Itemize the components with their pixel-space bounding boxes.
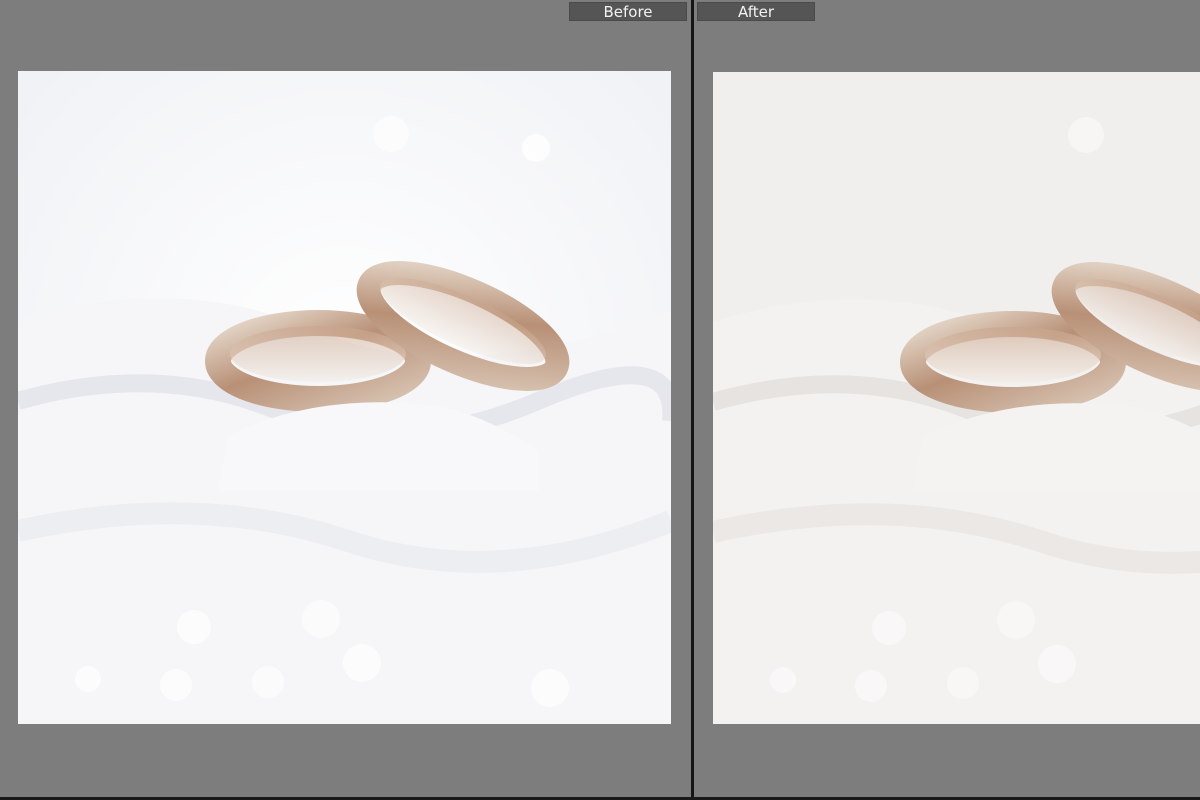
before-photo — [18, 71, 671, 724]
before-label: Before — [569, 2, 687, 21]
after-label: After — [697, 2, 815, 21]
before-pane: Before — [0, 0, 691, 797]
after-pane: After — [694, 0, 1200, 797]
after-photo — [713, 72, 1200, 724]
